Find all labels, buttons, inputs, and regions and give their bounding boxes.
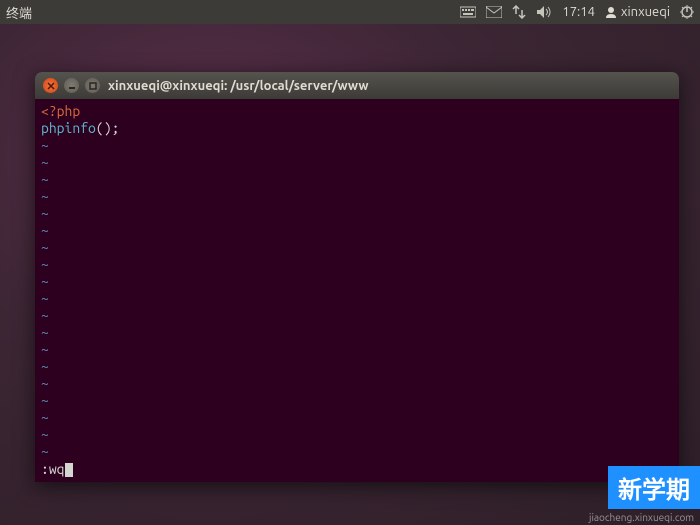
- maximize-button[interactable]: [85, 78, 100, 93]
- vim-tilde: ~: [41, 341, 673, 358]
- user-menu[interactable]: xinxueqi: [605, 5, 670, 19]
- terminal-body[interactable]: <?php phpinfo(); ~ ~ ~ ~ ~ ~ ~ ~ ~ ~ ~ ~…: [35, 99, 679, 482]
- vim-tilde: ~: [41, 392, 673, 409]
- punct: ();: [96, 120, 120, 136]
- terminal-window: xinxueqi@xinxueqi: /usr/local/server/www…: [35, 72, 679, 482]
- watermark-badge: 新学期: [608, 466, 700, 509]
- vim-tilde: ~: [41, 256, 673, 273]
- clock[interactable]: 17:14: [562, 5, 595, 19]
- vim-tilde: ~: [41, 426, 673, 443]
- code-line: <?php: [41, 103, 673, 120]
- active-app-label: 终端: [6, 3, 32, 22]
- window-titlebar[interactable]: xinxueqi@xinxueqi: /usr/local/server/www: [35, 72, 679, 99]
- user-icon: [605, 6, 617, 18]
- close-icon: [47, 82, 55, 90]
- command-text: :wq: [41, 461, 65, 478]
- vim-tilde: ~: [41, 409, 673, 426]
- window-controls: [43, 78, 100, 93]
- func-name: phpinfo: [41, 120, 96, 136]
- vim-tilde: ~: [41, 137, 673, 154]
- top-panel: 终端 17:14 xinxueqi: [0, 0, 700, 24]
- vim-tilde: ~: [41, 324, 673, 341]
- vim-tilde: ~: [41, 239, 673, 256]
- vim-tilde: ~: [41, 358, 673, 375]
- close-button[interactable]: [43, 78, 58, 93]
- panel-right: 17:14 xinxueqi: [460, 5, 694, 19]
- cursor: [65, 463, 73, 477]
- minimize-button[interactable]: [64, 78, 79, 93]
- network-icon[interactable]: [512, 5, 526, 19]
- panel-left: 终端: [6, 3, 32, 22]
- vim-tilde: ~: [41, 273, 673, 290]
- vim-tilde: ~: [41, 205, 673, 222]
- keyboard-icon[interactable]: [460, 6, 476, 18]
- vim-tilde: ~: [41, 307, 673, 324]
- code-line: phpinfo();: [41, 120, 673, 137]
- window-title: xinxueqi@xinxueqi: /usr/local/server/www: [108, 79, 369, 93]
- vim-tilde: ~: [41, 290, 673, 307]
- vim-tilde: ~: [41, 188, 673, 205]
- watermark-url: jiaocheng.xinxueqi.com: [589, 512, 694, 523]
- power-icon[interactable]: [680, 5, 694, 19]
- volume-icon[interactable]: [536, 5, 552, 19]
- vim-tilde: ~: [41, 375, 673, 392]
- mail-icon[interactable]: [486, 6, 502, 18]
- vim-tilde: ~: [41, 171, 673, 188]
- vim-tilde: ~: [41, 154, 673, 171]
- user-label: xinxueqi: [621, 5, 670, 19]
- maximize-icon: [89, 82, 97, 90]
- vim-tilde: ~: [41, 222, 673, 239]
- editor-content: <?php phpinfo(); ~ ~ ~ ~ ~ ~ ~ ~ ~ ~ ~ ~…: [41, 103, 673, 461]
- vim-tilde: ~: [41, 443, 673, 460]
- vim-command-line[interactable]: :wq: [41, 461, 673, 478]
- minimize-icon: [68, 82, 76, 90]
